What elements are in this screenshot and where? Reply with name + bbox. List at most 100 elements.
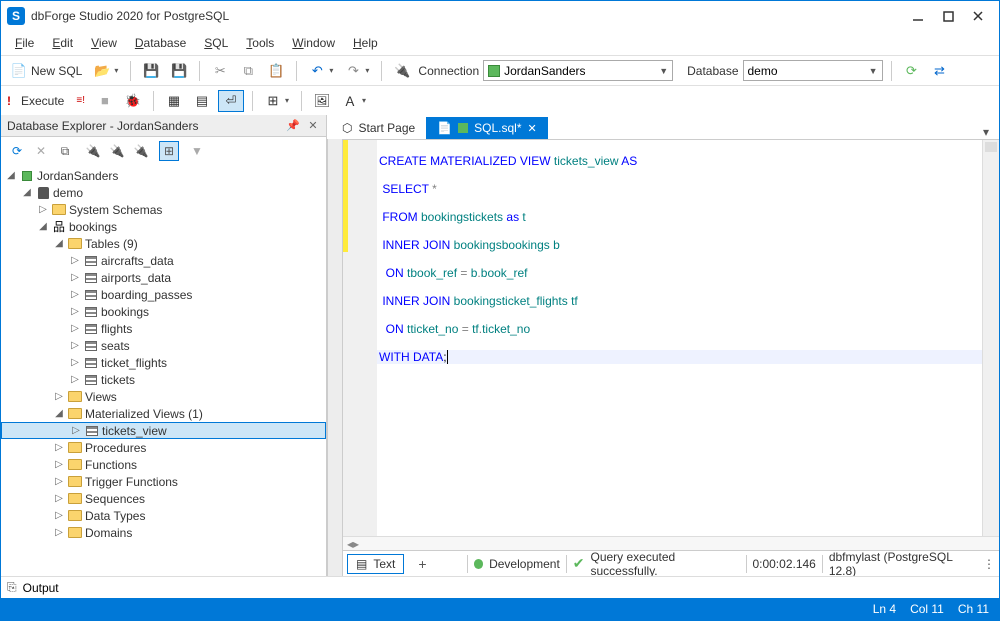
execute-label: Execute (21, 94, 64, 108)
menu-window[interactable]: Window (284, 34, 343, 52)
execute-button[interactable]: Execute (17, 92, 68, 110)
menu-file[interactable]: File (7, 34, 42, 52)
filter-button[interactable]: ▼ (187, 141, 207, 161)
separator (891, 61, 892, 81)
show-all-button[interactable]: ⊞ (159, 141, 179, 161)
undo-button[interactable]: ↶▾ (305, 61, 337, 81)
tree-trigger-functions[interactable]: ▷Trigger Functions (1, 473, 326, 490)
menu-database[interactable]: Database (127, 34, 194, 52)
connection-label: Connection (418, 64, 479, 78)
tree-table[interactable]: ▷tickets (1, 371, 326, 388)
stop-button[interactable]: ■ (93, 91, 117, 111)
separator (252, 91, 253, 111)
tree-table[interactable]: ▷aircrafts_data (1, 252, 326, 269)
tree-database[interactable]: ◢demo (1, 184, 326, 201)
status-menu-icon[interactable]: ⋮ (983, 557, 995, 571)
tab-close-icon[interactable]: ✕ (528, 122, 537, 135)
add-view-button[interactable]: + (410, 554, 434, 574)
new-sql-button[interactable]: 📄 New SQL (7, 61, 86, 81)
open-file-button[interactable]: 📂▾ (90, 61, 122, 81)
pin-icon[interactable]: 📌 (286, 119, 300, 133)
tree-domains[interactable]: ▷Domains (1, 524, 326, 541)
status-line: Ln 4 (873, 602, 896, 616)
delete-button[interactable]: ✕ (31, 141, 51, 161)
query-builder-button[interactable]: ▦ (162, 91, 186, 111)
tree-functions[interactable]: ▷Functions (1, 456, 326, 473)
format-button[interactable]: Ａ▾ (338, 91, 370, 111)
save-button[interactable]: 💾 (139, 61, 163, 81)
connection-combo[interactable]: JordanSanders ▼ (483, 60, 673, 81)
tree-table[interactable]: ▷ticket_flights (1, 354, 326, 371)
intellisense-button[interactable]: ▤ (190, 91, 214, 111)
export-icon: 🖼 (314, 93, 330, 109)
sql-editor[interactable]: CREATE MATERIALIZED VIEW tickets_view AS… (343, 139, 999, 536)
tab-menu-icon[interactable]: ▾ (977, 125, 995, 139)
tree-connection[interactable]: ◢JordanSanders (1, 167, 326, 184)
execute-marker-icon: ! (7, 94, 11, 108)
tree-table[interactable]: ▷airports_data (1, 269, 326, 286)
connection-value: JordanSanders (504, 64, 585, 78)
comment-button[interactable]: ⊞▾ (261, 91, 293, 111)
text-view-tab[interactable]: ▤ Text (347, 554, 404, 574)
tree-tables[interactable]: ◢Tables (9) (1, 235, 326, 252)
cut-button[interactable]: ✂ (208, 61, 232, 81)
execute-cursor-icon: ≡! (76, 95, 85, 106)
database-value: demo (748, 64, 778, 78)
close-button[interactable] (963, 4, 993, 28)
save-icon: 💾 (143, 63, 159, 79)
open-icon: 📂 (94, 63, 110, 79)
start-page-icon: ⬡ (342, 121, 352, 135)
tree-data-types[interactable]: ▷Data Types (1, 507, 326, 524)
debug-button[interactable]: 🐞 (121, 91, 145, 111)
tree-sequences[interactable]: ▷Sequences (1, 490, 326, 507)
tab-start-page[interactable]: ⬡ Start Page (331, 117, 426, 139)
remove-connection-button[interactable]: 🔌 (131, 141, 151, 161)
panel-close-icon[interactable]: ✕ (306, 119, 320, 133)
connection-manager-button[interactable]: 🔌 (390, 61, 414, 81)
sync-button[interactable]: ⇄ (928, 61, 952, 81)
disconnect-button[interactable]: 🔌 (107, 141, 127, 161)
tree-table[interactable]: ▷flights (1, 320, 326, 337)
menu-edit[interactable]: Edit (44, 34, 81, 52)
folder-icon (68, 510, 82, 521)
tree-table[interactable]: ▷bookings (1, 303, 326, 320)
horizontal-scrollbar[interactable]: ◂▸ (343, 536, 999, 550)
maximize-button[interactable] (933, 4, 963, 28)
separator (130, 61, 131, 81)
refresh-button[interactable]: ⟳ (7, 141, 27, 161)
table-icon (85, 324, 97, 334)
tree-table[interactable]: ▷boarding_passes (1, 286, 326, 303)
tree-system-schemas[interactable]: ▷System Schemas (1, 201, 326, 218)
database-tree[interactable]: ◢JordanSanders ◢demo ▷System Schemas ◢品b… (1, 165, 326, 576)
menu-view[interactable]: View (83, 34, 125, 52)
execute-to-cursor-button[interactable]: ≡! (72, 93, 89, 108)
menu-help[interactable]: Help (345, 34, 386, 52)
copy-button[interactable]: ⧉ (236, 61, 260, 81)
menu-sql[interactable]: SQL (196, 34, 236, 52)
save-all-button[interactable]: 💾 (167, 61, 191, 81)
minimize-button[interactable] (903, 4, 933, 28)
export-button[interactable]: 🖼 (310, 91, 334, 111)
database-combo[interactable]: demo ▼ (743, 60, 883, 81)
paste-button[interactable]: 📋 (264, 61, 288, 81)
environment-icon (474, 559, 484, 569)
tab-sql[interactable]: 📄 SQL.sql* ✕ (426, 117, 548, 139)
new-connection-button[interactable]: 🔌 (83, 141, 103, 161)
tree-views[interactable]: ▷Views (1, 388, 326, 405)
paste-icon: 📋 (268, 63, 284, 79)
table-icon (85, 256, 97, 266)
new-window-button[interactable]: ⧉ (55, 141, 75, 161)
word-wrap-button[interactable]: ⏎ (218, 90, 244, 112)
tree-table[interactable]: ▷seats (1, 337, 326, 354)
reconnect-button[interactable]: ⟳ (900, 61, 924, 81)
tree-materialized-view-item[interactable]: ▷tickets_view (1, 422, 326, 439)
output-button[interactable]: Output (23, 581, 59, 595)
app-logo-icon: S (7, 7, 25, 25)
tree-schema-bookings[interactable]: ◢品bookings (1, 218, 326, 235)
vertical-scrollbar[interactable] (982, 140, 999, 536)
tree-materialized-views[interactable]: ◢Materialized Views (1) (1, 405, 326, 422)
redo-button[interactable]: ↷▾ (341, 61, 373, 81)
code-area[interactable]: CREATE MATERIALIZED VIEW tickets_view AS… (377, 140, 982, 536)
menu-tools[interactable]: Tools (238, 34, 282, 52)
tree-procedures[interactable]: ▷Procedures (1, 439, 326, 456)
